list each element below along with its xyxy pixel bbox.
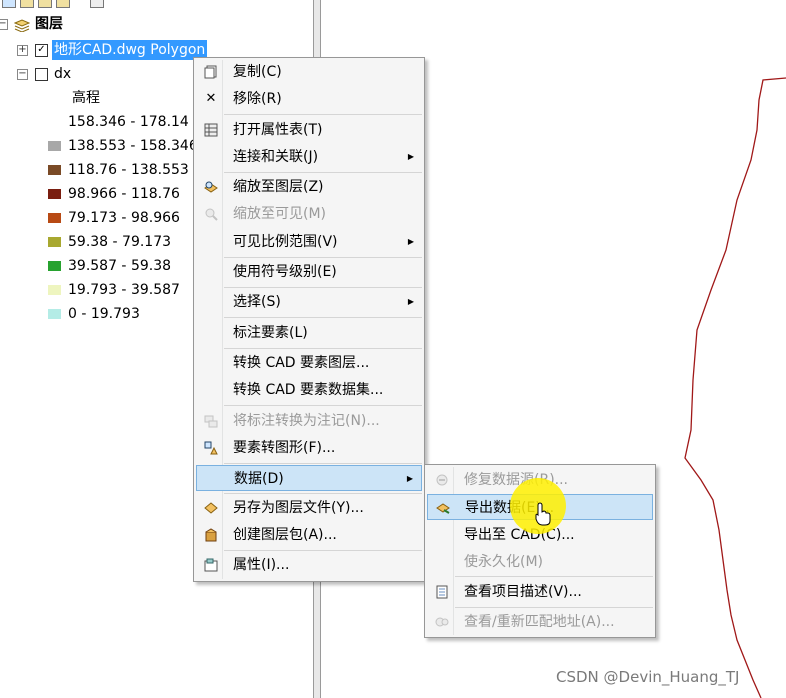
legend-swatch bbox=[48, 237, 61, 247]
legend-swatch bbox=[48, 141, 61, 151]
legend-swatch bbox=[48, 213, 61, 223]
toc-toolbar bbox=[0, 0, 110, 9]
menu-item-label-features[interactable]: 标注要素(L) bbox=[196, 320, 422, 346]
menu-item-view-item-description[interactable]: 查看项目描述(V)... bbox=[427, 579, 653, 605]
save-layer-icon bbox=[204, 501, 218, 515]
menu-item-open-attribute-table[interactable]: 打开属性表(T) bbox=[196, 117, 422, 143]
menu-item-convert-labels[interactable]: 将标注转换为注记(N)... bbox=[196, 408, 422, 434]
menu-item-zoom-to-visible[interactable]: 缩放至可见(M) bbox=[196, 201, 422, 227]
layer-visibility-checkbox[interactable]: ✓ bbox=[35, 44, 48, 57]
submenu-arrow-icon: ▶ bbox=[406, 474, 413, 483]
menu-item-features-to-graphics[interactable]: 要素转图形(F)... bbox=[196, 435, 422, 461]
collapse-root-icon[interactable]: − bbox=[0, 19, 8, 30]
copy-icon bbox=[204, 65, 218, 79]
options-icon[interactable] bbox=[90, 0, 104, 8]
legend-item[interactable]: 59.38 - 79.173 bbox=[0, 231, 200, 253]
legend-item[interactable]: 79.173 - 98.966 bbox=[0, 207, 200, 229]
zoom-visible-icon bbox=[204, 207, 218, 221]
zoom-layer-icon bbox=[204, 180, 218, 194]
submenu-arrow-icon: ▶ bbox=[407, 297, 414, 306]
menu-item-use-symbol-levels[interactable]: 使用符号级别(E) bbox=[196, 259, 422, 285]
export-data-icon bbox=[436, 501, 450, 515]
legend-swatch bbox=[48, 189, 61, 199]
submenu-arrow-icon: ▶ bbox=[407, 152, 414, 161]
legend-swatch bbox=[48, 165, 61, 175]
repair-source-icon bbox=[435, 473, 449, 487]
layer-package-icon bbox=[204, 528, 218, 542]
watermark-text: CSDN @Devin_Huang_TJ bbox=[556, 668, 740, 686]
menu-item-joins-relates[interactable]: 连接和关联(J) ▶ bbox=[196, 144, 422, 170]
legend-swatch bbox=[48, 117, 61, 127]
menu-item-selection[interactable]: 选择(S) ▶ bbox=[196, 289, 422, 315]
features-to-graphics-icon bbox=[204, 441, 218, 455]
menu-item-convert-cad-dataset[interactable]: 转换 CAD 要素数据集... bbox=[196, 377, 422, 403]
layer-name[interactable]: dx bbox=[54, 63, 71, 85]
menu-item-save-as-layer-file[interactable]: 另存为图层文件(Y)... bbox=[196, 495, 422, 521]
item-description-icon bbox=[435, 585, 449, 599]
menu-item-remove[interactable]: ✕ 移除(R) bbox=[196, 86, 422, 112]
expand-layer-icon[interactable]: + bbox=[17, 45, 28, 56]
legend-heading: 高程 bbox=[72, 90, 100, 106]
table-icon bbox=[204, 123, 218, 137]
legend-item[interactable]: 118.76 - 138.553 bbox=[0, 159, 200, 181]
list-by-visibility-icon[interactable] bbox=[38, 0, 52, 8]
layer-visibility-checkbox[interactable] bbox=[35, 68, 48, 81]
legend-item[interactable]: 39.587 - 59.38 bbox=[0, 255, 200, 277]
properties-icon bbox=[204, 558, 218, 572]
legend-item[interactable]: 19.793 - 39.587 bbox=[0, 279, 200, 301]
menu-item-make-permanent[interactable]: 使永久化(M) bbox=[427, 549, 653, 575]
menu-item-zoom-to-layer[interactable]: 缩放至图层(Z) bbox=[196, 174, 422, 200]
legend-swatch bbox=[48, 309, 61, 319]
menu-item-data[interactable]: 数据(D) ▶ bbox=[196, 465, 422, 491]
list-by-drawing-order-icon[interactable] bbox=[2, 0, 16, 8]
layer-name-selected[interactable]: 地形CAD.dwg Polygon bbox=[52, 40, 208, 60]
remove-icon: ✕ bbox=[205, 91, 217, 106]
menu-item-convert-cad-layer[interactable]: 转换 CAD 要素图层... bbox=[196, 350, 422, 376]
menu-item-rematch-addresses[interactable]: 查看/重新匹配地址(A)... bbox=[427, 609, 653, 635]
legend-swatch bbox=[48, 261, 61, 271]
submenu-arrow-icon: ▶ bbox=[407, 237, 414, 246]
convert-labels-icon bbox=[204, 414, 218, 428]
collapse-layer-icon[interactable]: − bbox=[17, 69, 28, 80]
legend-item[interactable]: 138.553 - 158.346 bbox=[0, 135, 200, 157]
legend-swatch bbox=[48, 285, 61, 295]
layers-root-label: 图层 bbox=[35, 16, 63, 32]
layers-stack-icon bbox=[13, 17, 31, 33]
list-by-source-icon[interactable] bbox=[20, 0, 34, 8]
menu-item-copy[interactable]: 复制(C) bbox=[196, 59, 422, 85]
menu-item-properties[interactable]: 属性(I)... bbox=[196, 552, 422, 578]
list-by-selection-icon[interactable] bbox=[56, 0, 70, 8]
legend-item[interactable]: 98.966 - 118.76 bbox=[0, 183, 200, 205]
layer-context-menu: 复制(C) ✕ 移除(R) 打开属性表(T) 连接和关联(J) ▶ 缩放至图层(… bbox=[193, 57, 425, 582]
menu-item-create-layer-package[interactable]: 创建图层包(A)... bbox=[196, 522, 422, 548]
rematch-address-icon bbox=[435, 615, 449, 629]
menu-item-visible-scale-range[interactable]: 可见比例范围(V) ▶ bbox=[196, 229, 422, 255]
legend-item[interactable]: 158.346 - 178.14 bbox=[0, 111, 200, 133]
legend-item[interactable]: 0 - 19.793 bbox=[0, 303, 200, 325]
hand-cursor-icon bbox=[535, 502, 551, 526]
